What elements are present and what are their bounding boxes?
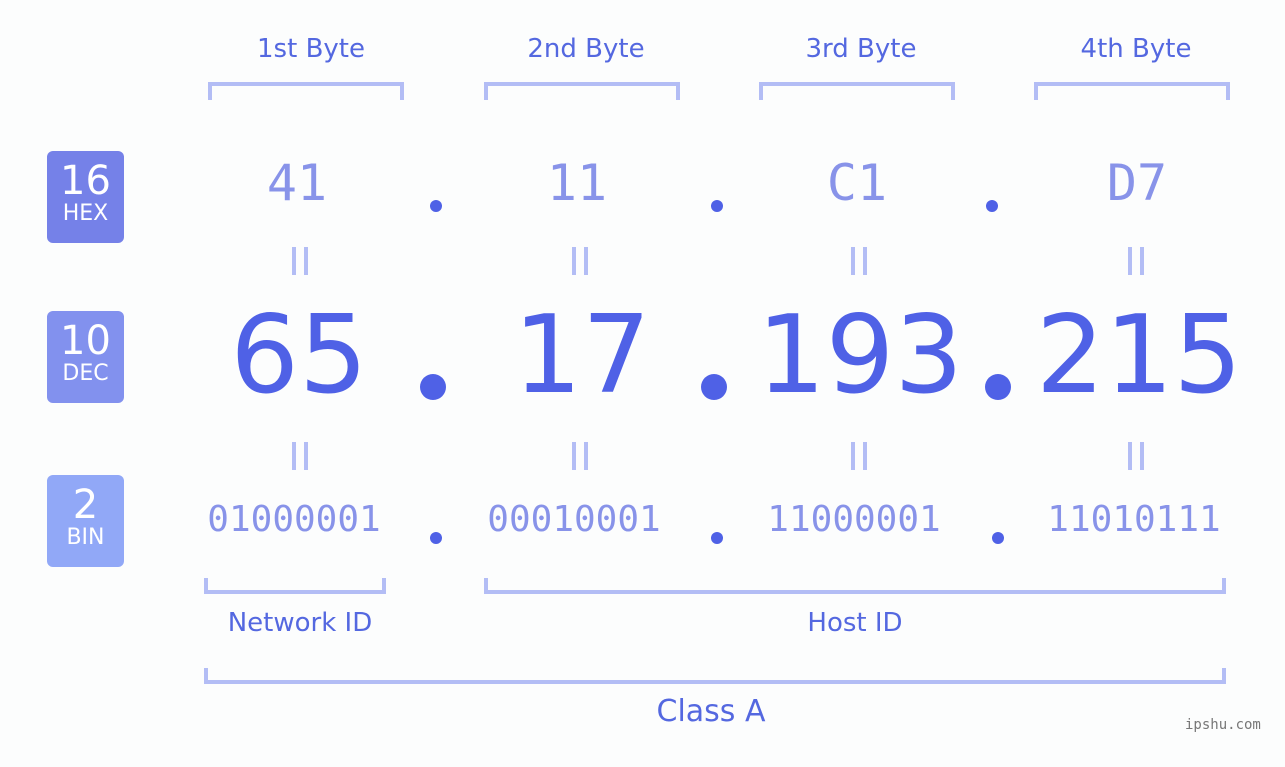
dec-badge: 10 DEC [47, 311, 124, 403]
dec-octet-2: 17 [513, 293, 651, 418]
dec-octet-3: 193 [756, 293, 964, 418]
bin-base-number: 2 [72, 482, 99, 528]
bin-separator-dot [430, 532, 442, 544]
byte-label-1: 1st Byte [257, 34, 365, 64]
hex-separator-dot [711, 200, 723, 212]
bin-octet-2: 00010001 [487, 499, 661, 540]
hex-badge: 16 HEX [47, 151, 124, 243]
dec-base-label: DEC [62, 361, 109, 386]
equals-icon [572, 247, 588, 275]
hex-base-number: 16 [60, 158, 111, 204]
dec-octet-4: 215 [1035, 293, 1243, 418]
bin-octet-3: 11000001 [767, 499, 941, 540]
hex-octet-2: 11 [546, 154, 608, 212]
hex-octet-3: C1 [826, 154, 888, 212]
byte-label-2: 2nd Byte [527, 34, 645, 64]
equals-icon [292, 247, 308, 275]
byte-bracket-2 [484, 82, 680, 100]
bin-badge: 2 BIN [47, 475, 124, 567]
equals-icon [1128, 442, 1144, 470]
hex-octet-4: D7 [1106, 154, 1168, 212]
equals-icon [292, 442, 308, 470]
bin-octet-4: 11010111 [1047, 499, 1221, 540]
equals-icon [1128, 247, 1144, 275]
hex-separator-dot [430, 200, 442, 212]
host-id-label: Host ID [807, 608, 903, 638]
watermark: ipshu.com [1185, 717, 1261, 733]
equals-icon [851, 247, 867, 275]
equals-icon [851, 442, 867, 470]
bin-separator-dot [992, 532, 1004, 544]
byte-bracket-1 [208, 82, 404, 100]
dec-base-number: 10 [60, 318, 111, 364]
bin-base-label: BIN [66, 525, 105, 550]
dec-octet-1: 65 [230, 293, 368, 418]
hex-separator-dot [986, 200, 998, 212]
hex-base-label: HEX [62, 201, 109, 226]
equals-icon [572, 442, 588, 470]
byte-bracket-3 [759, 82, 955, 100]
dec-separator-dot [701, 374, 727, 400]
hex-octet-1: 41 [266, 154, 328, 212]
byte-label-3: 3rd Byte [805, 34, 917, 64]
class-bracket [204, 668, 1226, 684]
class-label: Class A [656, 694, 766, 729]
bin-separator-dot [711, 532, 723, 544]
network-id-bracket [204, 578, 386, 594]
network-id-label: Network ID [227, 608, 373, 638]
byte-label-4: 4th Byte [1080, 34, 1192, 64]
dec-separator-dot [420, 374, 446, 400]
byte-bracket-4 [1034, 82, 1230, 100]
host-id-bracket [484, 578, 1226, 594]
dec-separator-dot [985, 374, 1011, 400]
bin-octet-1: 01000001 [207, 499, 381, 540]
